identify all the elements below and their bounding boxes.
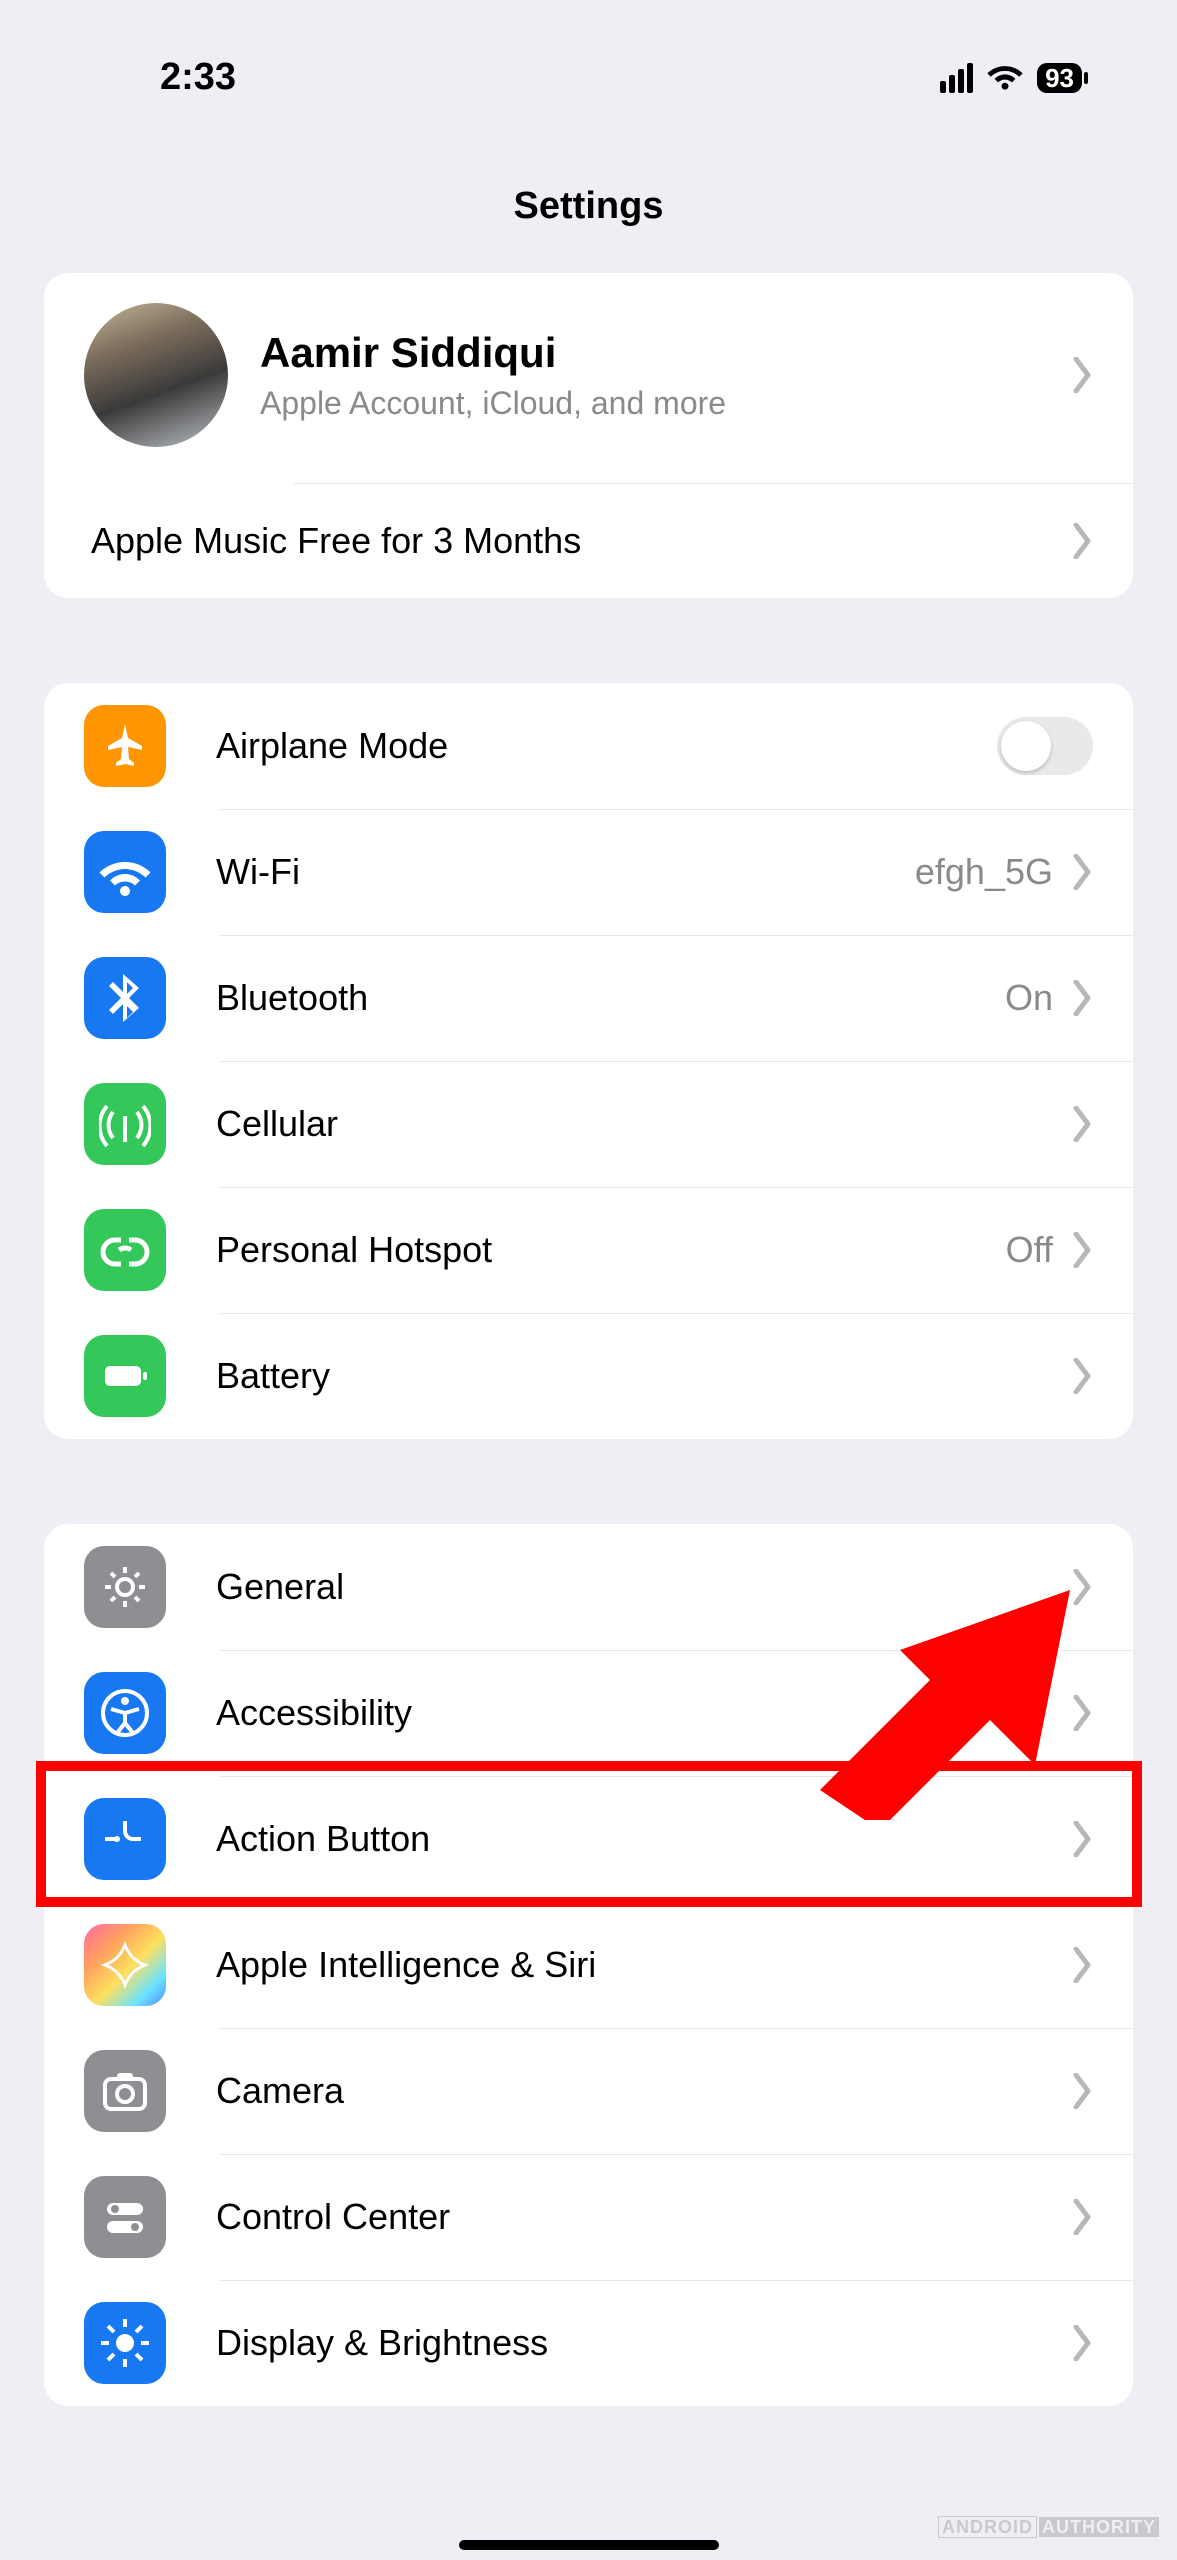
bluetooth-icon bbox=[84, 957, 166, 1039]
action-button-row[interactable]: Action Button bbox=[44, 1776, 1133, 1902]
chevron-right-icon bbox=[1071, 1569, 1093, 1605]
chevron-right-icon bbox=[1071, 1232, 1093, 1268]
chevron-right-icon bbox=[1071, 854, 1093, 890]
chevron-right-icon bbox=[1071, 1947, 1093, 1983]
chevron-right-icon bbox=[1071, 1695, 1093, 1731]
row-label: Apple Intelligence & Siri bbox=[216, 1944, 1071, 1986]
camera-row[interactable]: Camera bbox=[44, 2028, 1133, 2154]
row-label: Action Button bbox=[216, 1818, 1071, 1860]
promo-label: Apple Music Free for 3 Months bbox=[91, 520, 1071, 562]
action-icon bbox=[84, 1798, 166, 1880]
home-indicator[interactable] bbox=[459, 2540, 719, 2550]
ai-icon bbox=[84, 1924, 166, 2006]
page-title: Settings bbox=[0, 185, 1177, 228]
apple-intelligence-row[interactable]: Apple Intelligence & Siri bbox=[44, 1902, 1133, 2028]
chevron-right-icon bbox=[1071, 1358, 1093, 1394]
battery-icon bbox=[84, 1335, 166, 1417]
cellular-row[interactable]: Cellular bbox=[44, 1061, 1133, 1187]
hotspot-icon bbox=[84, 1209, 166, 1291]
battery-row[interactable]: Battery bbox=[44, 1313, 1133, 1439]
row-label: Display & Brightness bbox=[216, 2322, 1071, 2364]
cellular-icon bbox=[84, 1083, 166, 1165]
profile-row[interactable]: Aamir Siddiqui Apple Account, iCloud, an… bbox=[44, 273, 1133, 483]
profile-name: Aamir Siddiqui bbox=[260, 329, 1039, 377]
cellular-signal-icon bbox=[940, 63, 973, 93]
chevron-right-icon bbox=[1071, 357, 1093, 393]
row-label: Personal Hotspot bbox=[216, 1229, 1006, 1271]
airplane-toggle[interactable] bbox=[997, 717, 1093, 775]
chevron-right-icon bbox=[1071, 2073, 1093, 2109]
battery-indicator: 93 bbox=[1037, 63, 1082, 93]
row-label: Camera bbox=[216, 2070, 1071, 2112]
chevron-right-icon bbox=[1071, 1821, 1093, 1857]
row-label: General bbox=[216, 1566, 1071, 1608]
display-brightness-row[interactable]: Display & Brightness bbox=[44, 2280, 1133, 2406]
row-label: Wi-Fi bbox=[216, 851, 915, 893]
connectivity-group: Airplane Mode Wi-Fi efgh_5G Bluetooth On… bbox=[44, 683, 1133, 1439]
chevron-right-icon bbox=[1071, 1106, 1093, 1142]
bluetooth-row[interactable]: Bluetooth On bbox=[44, 935, 1133, 1061]
chevron-right-icon bbox=[1071, 980, 1093, 1016]
wifi-row[interactable]: Wi-Fi efgh_5G bbox=[44, 809, 1133, 935]
bluetooth-value: On bbox=[1005, 977, 1053, 1019]
accessibility-icon bbox=[84, 1672, 166, 1754]
avatar bbox=[84, 303, 228, 447]
apple-music-promo-row[interactable]: Apple Music Free for 3 Months bbox=[294, 483, 1133, 598]
row-label: Battery bbox=[216, 1355, 1071, 1397]
chevron-right-icon bbox=[1071, 2325, 1093, 2361]
hotspot-value: Off bbox=[1006, 1229, 1053, 1271]
accessibility-row[interactable]: Accessibility bbox=[44, 1650, 1133, 1776]
status-bar: 2:33 93 bbox=[0, 0, 1177, 120]
control-center-row[interactable]: Control Center bbox=[44, 2154, 1133, 2280]
brightness-icon bbox=[84, 2302, 166, 2384]
profile-subtitle: Apple Account, iCloud, and more bbox=[260, 385, 1039, 422]
chevron-right-icon bbox=[1071, 523, 1093, 559]
camera-icon bbox=[84, 2050, 166, 2132]
watermark: ANDROIDAUTHORITY bbox=[938, 2517, 1159, 2538]
row-label: Airplane Mode bbox=[216, 725, 997, 767]
airplane-mode-row[interactable]: Airplane Mode bbox=[44, 683, 1133, 809]
row-label: Accessibility bbox=[216, 1692, 1071, 1734]
general-group: General Accessibility Action Button Appl… bbox=[44, 1524, 1133, 2406]
profile-group: Aamir Siddiqui Apple Account, iCloud, an… bbox=[44, 273, 1133, 598]
status-indicators: 93 bbox=[940, 55, 1082, 100]
general-row[interactable]: General bbox=[44, 1524, 1133, 1650]
gear-icon bbox=[84, 1546, 166, 1628]
status-time: 2:33 bbox=[160, 56, 236, 99]
row-label: Control Center bbox=[216, 2196, 1071, 2238]
row-label: Cellular bbox=[216, 1103, 1071, 1145]
control-icon bbox=[84, 2176, 166, 2258]
wifi-value: efgh_5G bbox=[915, 851, 1053, 893]
chevron-right-icon bbox=[1071, 2199, 1093, 2235]
row-label: Bluetooth bbox=[216, 977, 1005, 1019]
wifi-icon bbox=[84, 831, 166, 913]
hotspot-row[interactable]: Personal Hotspot Off bbox=[44, 1187, 1133, 1313]
airplane-icon bbox=[84, 705, 166, 787]
wifi-status-icon bbox=[987, 55, 1023, 100]
